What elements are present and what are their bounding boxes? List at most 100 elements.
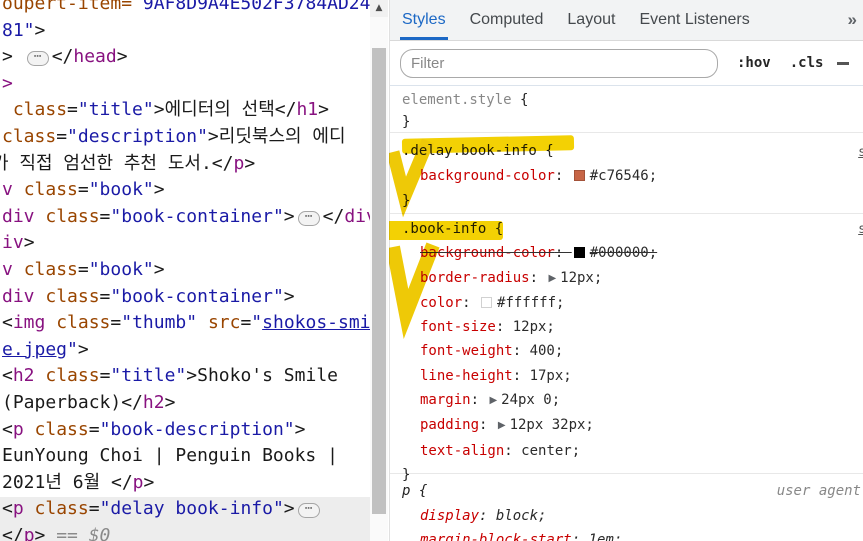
css-selector[interactable]: .book-info bbox=[402, 221, 486, 237]
code-segment-tag: img bbox=[12, 312, 46, 334]
more-tabs-icon[interactable]: » bbox=[848, 10, 863, 30]
css-property-value[interactable]: 17px; bbox=[530, 368, 572, 384]
dom-tree-line[interactable]: </p> == $0 bbox=[2, 523, 370, 541]
css-property-value[interactable]: 12px; bbox=[560, 270, 602, 286]
css-property-value[interactable]: #000000; bbox=[590, 245, 657, 261]
dom-tree-line[interactable]: class="title">에디터의 선택</h1> bbox=[2, 97, 370, 124]
css-declaration[interactable]: padding: ▶ 12px 32px; bbox=[402, 413, 863, 438]
code-segment-txt: </ bbox=[51, 46, 74, 68]
dom-tree-line[interactable]: > ⋯ </head> bbox=[2, 44, 370, 71]
color-swatch[interactable] bbox=[573, 247, 585, 259]
css-property-value[interactable]: 1em; bbox=[589, 532, 623, 541]
color-swatch[interactable] bbox=[573, 170, 585, 181]
expand-triangle-icon[interactable]: ▶ bbox=[548, 267, 556, 291]
css-property-value[interactable]: #ffffff; bbox=[497, 295, 564, 311]
expand-ellipsis-icon[interactable]: ⋯ bbox=[297, 210, 320, 226]
dom-tree-line[interactable]: EunYoung Choi | Penguin Books | bbox=[2, 443, 370, 470]
tab-layout[interactable]: Layout bbox=[555, 0, 627, 40]
css-declaration[interactable]: text-align: center; bbox=[402, 439, 863, 463]
elements-panel[interactable]: oupert-item= 9AF8D9A4E502F3784AD2427 81">… bbox=[0, 0, 370, 541]
stylesheet-source-link[interactable]: s bbox=[858, 218, 863, 242]
dom-tree-line[interactable]: div class="book-container"> bbox=[2, 284, 370, 311]
css-selector[interactable]: element.style bbox=[402, 92, 512, 108]
tab-computed[interactable]: Computed bbox=[458, 0, 556, 40]
css-rule-p: p {user agent display: block; margin-block… bbox=[390, 474, 863, 541]
dom-tree-line[interactable]: e.jpeg"> bbox=[2, 337, 370, 364]
code-segment-link[interactable]: e.jpeg bbox=[2, 339, 67, 360]
expand-triangle-icon[interactable]: ▶ bbox=[498, 414, 506, 438]
filter-input[interactable] bbox=[400, 48, 718, 78]
dom-tree-line[interactable]: <p class="book-description"> bbox=[2, 417, 370, 444]
css-property-value[interactable]: 12px; bbox=[513, 319, 555, 335]
expand-ellipsis-icon[interactable]: ⋯ bbox=[297, 502, 320, 519]
dom-tree-line[interactable]: > bbox=[2, 71, 370, 98]
scroll-up-icon[interactable]: ▲ bbox=[370, 0, 388, 17]
tab-styles[interactable]: Styles bbox=[390, 0, 458, 40]
expand-ellipsis-icon[interactable]: ⋯ bbox=[26, 50, 49, 67]
code-segment-txt: > bbox=[143, 471, 155, 493]
css-declaration[interactable]: color: #ffffff; bbox=[402, 291, 863, 315]
dom-tree-line[interactable]: <img class="thumb" src="shokos-smil bbox=[2, 310, 370, 337]
css-property-name[interactable]: font-size bbox=[420, 319, 496, 335]
css-declaration[interactable]: background-color: #c76546; bbox=[402, 164, 863, 189]
css-property-name[interactable]: background-color bbox=[420, 168, 555, 184]
code-segment-val: "description" bbox=[67, 125, 208, 147]
toggle-hov[interactable]: :hov bbox=[737, 55, 771, 71]
css-property-name[interactable]: margin-block-start bbox=[420, 532, 572, 541]
css-property-value[interactable]: 12px 32px; bbox=[510, 417, 594, 433]
css-property-name[interactable]: margin bbox=[420, 392, 471, 408]
dom-tree-line[interactable]: 2021년 6월 </p> bbox=[2, 470, 370, 497]
code-segment-attr: class bbox=[2, 125, 57, 147]
toggle-cls[interactable]: .cls bbox=[790, 55, 824, 71]
css-property-name[interactable]: border-radius bbox=[420, 270, 530, 286]
dom-tree-line[interactable]: v class="book"> bbox=[2, 257, 370, 284]
colon: : bbox=[479, 507, 496, 524]
css-declaration[interactable]: display: block; bbox=[402, 504, 863, 529]
dom-tree-line[interactable]: class="description">리딧북스의 에디 bbox=[2, 124, 370, 151]
code-segment-txt: < bbox=[2, 365, 13, 387]
dom-tree-line[interactable]: 81"> bbox=[2, 18, 370, 45]
code-segment-txt: = bbox=[110, 312, 122, 334]
rule-close-brace: } bbox=[402, 193, 411, 209]
tab-event-listeners[interactable]: Event Listeners bbox=[627, 0, 761, 40]
dom-tree-line[interactable]: v class="book"> bbox=[2, 177, 370, 204]
css-property-value[interactable]: center; bbox=[521, 443, 580, 459]
css-property-value[interactable]: #c76546; bbox=[590, 168, 657, 184]
css-declaration[interactable]: background-color: #000000; bbox=[402, 241, 863, 265]
dom-tree: oupert-item= 9AF8D9A4E502F3784AD2427 81">… bbox=[0, 0, 370, 541]
code-segment-link[interactable]: shokos-smil bbox=[262, 312, 370, 333]
css-property-name[interactable]: background-color bbox=[420, 245, 555, 261]
css-property-name[interactable]: display bbox=[420, 508, 479, 524]
css-declaration[interactable]: line-height: 17px; bbox=[402, 364, 863, 388]
elements-panel-scrollbar[interactable]: ▲ bbox=[370, 0, 388, 541]
code-segment-txt bbox=[24, 419, 35, 440]
css-property-name[interactable]: font-weight bbox=[420, 343, 513, 359]
css-property-name[interactable]: color bbox=[420, 295, 462, 311]
dom-tree-line[interactable]: oupert-item= 9AF8D9A4E502F3784AD2427 bbox=[2, 0, 370, 18]
css-declaration[interactable]: border-radius: ▶ 12px; bbox=[402, 266, 863, 291]
dom-tree-line[interactable]: <h2 class="title">Shoko's Smile bbox=[2, 363, 370, 390]
scrollbar-thumb[interactable] bbox=[372, 48, 386, 514]
css-declaration[interactable]: margin: ▶ 24px 0; bbox=[402, 388, 863, 413]
code-segment-tag: head bbox=[73, 46, 117, 68]
expand-triangle-icon[interactable]: ▶ bbox=[489, 389, 497, 413]
css-property-name[interactable]: text-align bbox=[420, 443, 504, 459]
dom-tree-line[interactable]: (Paperback)</h2> bbox=[2, 390, 370, 417]
code-segment-txt: > bbox=[186, 365, 198, 387]
css-declaration[interactable]: font-weight: 400; bbox=[402, 339, 863, 363]
dom-tree-line[interactable]: 가 직접 엄선한 추천 도서.</p> bbox=[0, 151, 370, 178]
css-declaration[interactable]: margin-block-start: 1em; bbox=[402, 528, 863, 541]
dom-tree-line[interactable]: iv> bbox=[2, 230, 370, 257]
css-property-value[interactable]: 400; bbox=[530, 343, 564, 359]
css-property-value[interactable]: 24px 0; bbox=[501, 392, 560, 408]
color-swatch[interactable] bbox=[481, 296, 493, 308]
dom-tree-line[interactable]: div class="book-container">⋯</div> bbox=[2, 204, 370, 231]
dom-tree-line[interactable]: <p class="delay book-info"> ⋯ bbox=[2, 496, 370, 523]
css-property-name[interactable]: line-height bbox=[420, 368, 513, 384]
new-style-rule-icon[interactable] bbox=[837, 61, 850, 65]
css-property-name[interactable]: padding bbox=[420, 417, 479, 433]
css-property-value[interactable]: block; bbox=[496, 508, 547, 524]
css-declaration[interactable]: font-size: 12px; bbox=[402, 315, 863, 339]
stylesheet-source-link[interactable]: s bbox=[858, 140, 863, 165]
css-selector[interactable]: .delay.book-info bbox=[402, 143, 537, 159]
